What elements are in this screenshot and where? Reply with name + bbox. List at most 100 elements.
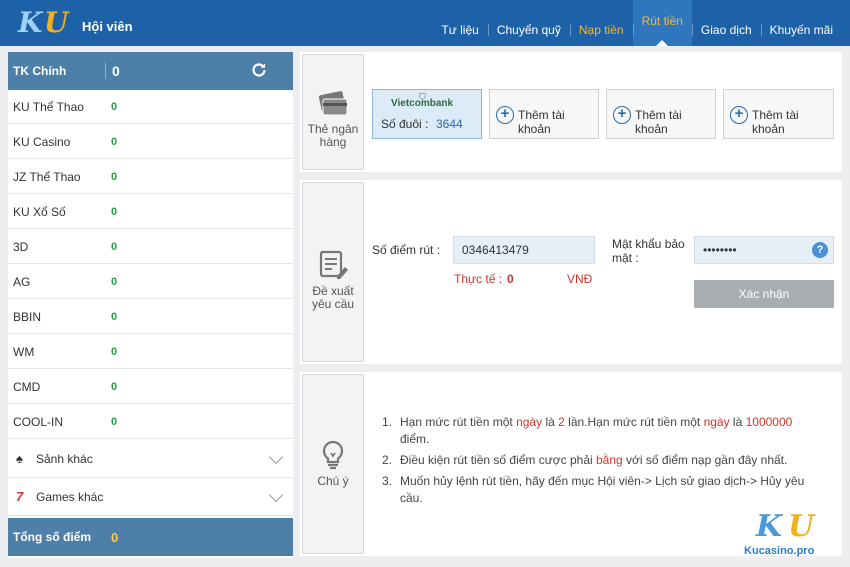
group-other-games[interactable]: 7 Games khác bbox=[8, 478, 293, 516]
add-account-button[interactable]: + Thêm tài khoản bbox=[489, 89, 599, 139]
wallet-row[interactable]: CMD 0 bbox=[8, 370, 293, 404]
note-item: 1. Hạn mức rút tiền một ngày là 2 lần.Hạn… bbox=[380, 414, 820, 448]
notes-label: Chú ý bbox=[317, 474, 349, 488]
wallet-value: 0 bbox=[111, 135, 118, 148]
note-text: là bbox=[729, 415, 746, 429]
active-caret-icon bbox=[656, 40, 669, 46]
wallet-value: 0 bbox=[111, 310, 118, 323]
wallet-row[interactable]: AG 0 bbox=[8, 265, 293, 299]
wallet-row[interactable]: WM 0 bbox=[8, 335, 293, 369]
wallet-row[interactable]: COOL-IN 0 bbox=[8, 405, 293, 439]
wallet-row[interactable]: BBIN 0 bbox=[8, 300, 293, 334]
bank-card-tab: Thẻ ngân hàng bbox=[302, 54, 364, 170]
note-text: là bbox=[542, 415, 559, 429]
withdraw-points-input[interactable] bbox=[453, 236, 595, 264]
bank-card-selected[interactable]: ⛉ Vietcombank Số đuôi : 3644 bbox=[372, 89, 482, 139]
wallet-sidebar: TK Chính 0 KU Thể Thao 0 KU Casino 0 JZ Th… bbox=[8, 52, 293, 558]
spade-icon: ♠ bbox=[16, 451, 23, 466]
add-account-label: Thêm tài khoản bbox=[752, 108, 799, 136]
wallet-value: 0 bbox=[111, 205, 118, 218]
lightbulb-icon bbox=[322, 440, 344, 470]
note-highlight: 2 bbox=[558, 415, 565, 429]
nav-label: Giao dịch bbox=[700, 23, 752, 37]
form-edit-icon bbox=[319, 250, 348, 279]
note-text: điểm. bbox=[400, 432, 430, 446]
note-item: 3. Muốn hủy lệnh rút tiền, hãy đến mục Hộ… bbox=[380, 473, 820, 507]
logo-k: K bbox=[18, 6, 43, 39]
wallet-value: 0 bbox=[111, 345, 118, 358]
card-tail-label: Số đuôi : bbox=[381, 117, 429, 131]
help-icon[interactable]: ? bbox=[812, 242, 828, 258]
add-account-label: Thêm tài khoản bbox=[518, 108, 565, 136]
chevron-down-icon bbox=[268, 487, 284, 503]
nav-rut-tien[interactable]: Rút tiền bbox=[632, 0, 692, 46]
bank-name: Vietcombank bbox=[391, 98, 454, 109]
notes-list: 1. Hạn mức rút tiền một ngày là 2 lần.Hạn… bbox=[380, 414, 820, 511]
wallet-value: 0 bbox=[111, 100, 118, 113]
note-text: Hạn mức rút tiền một bbox=[400, 415, 517, 429]
wallet-label: KU Thể Thao bbox=[13, 99, 84, 114]
note-text: lần.Hạn mức rút tiền một bbox=[564, 415, 704, 429]
add-account-button[interactable]: + Thêm tài khoản bbox=[723, 89, 834, 139]
note-text: Muốn hủy lệnh rút tiền, hãy đến mục Hội … bbox=[400, 474, 805, 505]
nav-label: Nạp tiền bbox=[578, 23, 624, 37]
actual-label: Thực tế : bbox=[454, 272, 503, 286]
wallet-value: 0 bbox=[111, 380, 118, 393]
points-label: Số điểm rút : bbox=[372, 243, 441, 257]
wallet-label: BBIN bbox=[13, 309, 42, 324]
top-header: K U Hội viên Tư liệu Chuyển quỹ Nạp tiền… bbox=[0, 0, 850, 46]
withdraw-request-panel: Đề xuất yêu cầu Số điểm rút : Thực tế : … bbox=[300, 180, 842, 364]
ku-logo[interactable]: K U bbox=[18, 6, 74, 40]
nav-khuyen-mai[interactable]: Khuyến mãi bbox=[760, 0, 842, 46]
nav-nap-tien[interactable]: Nạp tiền bbox=[569, 0, 633, 46]
note-item: 2. Điều kiện rút tiền số điểm cược phải b… bbox=[380, 452, 820, 469]
add-account-button[interactable]: + Thêm tài khoản bbox=[606, 89, 716, 139]
wallet-label: CMD bbox=[13, 379, 41, 394]
wallet-value: 0 bbox=[111, 240, 118, 253]
nav-tu-lieu[interactable]: Tư liệu bbox=[432, 0, 487, 46]
divider bbox=[105, 63, 106, 79]
nav-chuyen-quy[interactable]: Chuyển quỹ bbox=[487, 0, 570, 46]
watermark-k: K bbox=[756, 509, 783, 544]
nav-label: Rút tiền bbox=[641, 14, 683, 28]
wallet-label: KU Casino bbox=[13, 134, 71, 149]
plus-icon: + bbox=[730, 106, 748, 124]
wallet-row[interactable]: JZ Thể Thao 0 bbox=[8, 160, 293, 194]
note-highlight: ngày bbox=[516, 415, 543, 429]
wallet-value: 0 bbox=[111, 415, 118, 428]
wallet-label: COOL-IN bbox=[13, 414, 64, 429]
header-title: Hội viên bbox=[82, 19, 133, 34]
group-label: Games khác bbox=[36, 489, 104, 504]
bank-card-icon bbox=[318, 91, 348, 116]
wallet-row[interactable]: KU Casino 0 bbox=[8, 125, 293, 159]
wallet-label: 3D bbox=[13, 239, 29, 254]
wallet-row[interactable]: KU Thể Thao 0 bbox=[8, 90, 293, 124]
group-label: Sảnh khác bbox=[36, 451, 93, 466]
currency-label: VNĐ bbox=[567, 272, 593, 286]
actual-value: 0 bbox=[507, 272, 514, 286]
confirm-button[interactable]: Xác nhận bbox=[694, 280, 834, 308]
nav-label: Khuyến mãi bbox=[769, 23, 833, 37]
bank-card-label: Thẻ ngân hàng bbox=[307, 122, 359, 149]
note-number: 2. bbox=[382, 453, 393, 467]
note-text: Điều kiện rút tiền số điểm cược phải bbox=[400, 453, 596, 467]
nav-giao-dich[interactable]: Giao dịch bbox=[691, 0, 761, 46]
main-account-row: TK Chính 0 bbox=[8, 52, 293, 90]
wallet-label: AG bbox=[13, 274, 31, 289]
refresh-icon[interactable] bbox=[249, 61, 269, 81]
main-account-value: 0 bbox=[112, 63, 120, 79]
plus-icon: + bbox=[613, 106, 631, 124]
watermark-u: U bbox=[788, 509, 815, 544]
wallet-row[interactable]: KU Xổ Số 0 bbox=[8, 195, 293, 229]
nav-label: Chuyển quỹ bbox=[496, 23, 561, 37]
card-tail-value: 3644 bbox=[436, 117, 463, 131]
password-label: Mật khẩu bảo mật : bbox=[612, 237, 685, 265]
wallet-value: 0 bbox=[111, 170, 118, 183]
chevron-down-icon bbox=[268, 449, 284, 465]
note-highlight: 1000000 bbox=[745, 415, 793, 429]
notes-tab: Chú ý bbox=[302, 374, 364, 554]
note-number: 1. bbox=[382, 415, 393, 429]
group-other-lobbies[interactable]: ♠ Sảnh khác bbox=[8, 440, 293, 478]
logo-u: U bbox=[44, 6, 69, 39]
wallet-row[interactable]: 3D 0 bbox=[8, 230, 293, 264]
